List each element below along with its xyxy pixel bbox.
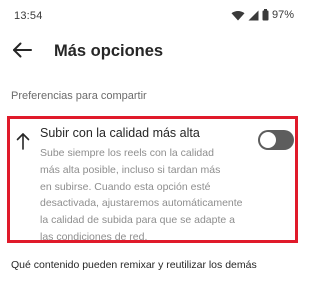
option-description-line: las condiciones de red. [40,230,148,243]
high-quality-upload-option[interactable]: Subir con la calidad más alta Sube siemp… [7,116,298,243]
status-time: 13:54 [14,10,43,22]
back-button[interactable] [8,38,36,66]
status-bar: 13:54 97% [0,0,308,30]
wifi-icon [231,10,245,21]
arrow-left-icon [11,41,33,64]
page-title: Más opciones [54,42,164,60]
option-description-line: Sube siempre los reels con la calidad [40,147,214,159]
option-description-line: más alta posible, incluso si tardan más [40,163,221,176]
status-icons: 97% [231,9,294,21]
battery-percent: 97% [271,9,294,21]
toggle-knob [260,132,276,148]
option-description-line: desactivada, ajustaremos automáticamente [40,197,243,210]
option-description-line: la calidad de subida para que se adapte … [40,214,235,227]
option-description: Sube siempre los reels con la calidad má… [40,145,258,246]
battery-icon [262,9,269,21]
upload-arrow-icon [16,132,30,150]
high-quality-toggle[interactable] [258,130,294,150]
header: Más opciones [0,34,308,70]
section-title: Preferencias para compartir [11,90,147,102]
remix-settings-item[interactable]: Qué contenido pueden remixar y reutiliza… [11,259,257,271]
option-description-line: en subirse. Cuando esta opción esté [40,180,211,193]
option-title: Subir con la calidad más alta [40,126,200,140]
signal-icon [248,10,259,21]
